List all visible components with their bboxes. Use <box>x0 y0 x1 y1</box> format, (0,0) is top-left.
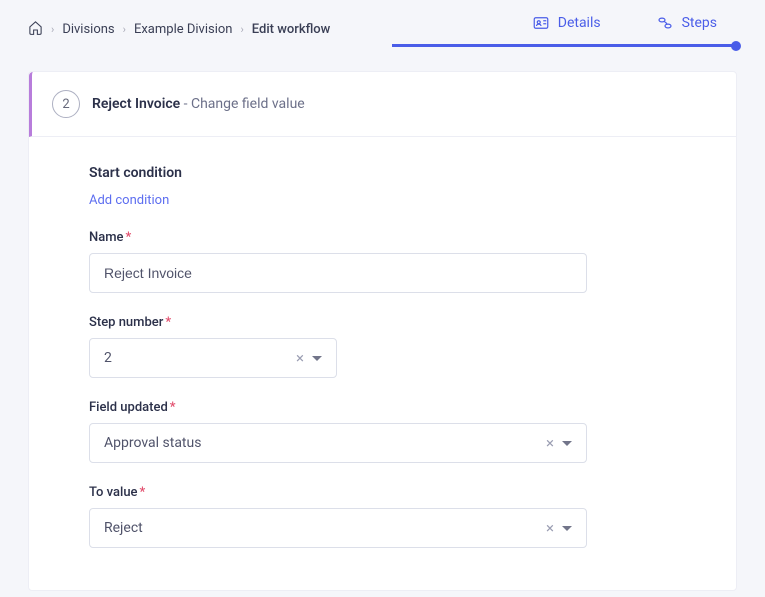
name-label-text: Name <box>89 230 124 245</box>
step-title-subtitle: - Change field value <box>180 96 305 112</box>
step-number-badge: 2 <box>52 90 80 118</box>
to-value-value: Reject <box>90 509 546 547</box>
crumb-example-division[interactable]: Example Division <box>134 22 233 37</box>
tab-details[interactable]: Details <box>532 14 601 44</box>
step-card-header[interactable]: 2 Reject Invoice - Change field value <box>29 72 736 137</box>
required-marker: * <box>170 400 176 415</box>
chevron-down-icon[interactable] <box>562 526 572 531</box>
to-value-select[interactable]: Reject × <box>89 508 587 548</box>
chevron-right-icon: › <box>240 23 243 36</box>
clear-icon[interactable]: × <box>296 351 304 366</box>
name-input[interactable] <box>89 253 587 293</box>
field-updated-label-text: Field updated <box>89 400 168 415</box>
step-title-main: Reject Invoice <box>92 96 180 112</box>
field-updated-label: Field updated* <box>89 400 649 415</box>
crumb-divisions[interactable]: Divisions <box>62 22 114 37</box>
tab-steps-label: Steps <box>682 15 717 31</box>
progress-fill <box>392 44 737 47</box>
field-name: Name* <box>89 230 649 293</box>
field-to-value: To value* Reject × <box>89 485 649 548</box>
to-value-label-text: To value <box>89 485 138 500</box>
start-condition-label: Start condition <box>89 165 649 181</box>
home-icon[interactable] <box>28 20 43 39</box>
steps-icon <box>656 14 674 32</box>
progress-track <box>392 44 737 47</box>
breadcrumb: › Divisions › Example Division › Edit wo… <box>28 20 330 39</box>
chevron-down-icon[interactable] <box>562 441 572 446</box>
required-marker: * <box>140 485 146 500</box>
field-step-number: Step number* 2 × <box>89 315 649 378</box>
chevron-down-icon[interactable] <box>312 356 322 361</box>
crumb-edit-workflow: Edit workflow <box>252 22 331 37</box>
required-marker: * <box>126 230 132 245</box>
tab-steps[interactable]: Steps <box>656 14 717 44</box>
id-card-icon <box>532 14 550 32</box>
chevron-right-icon: › <box>51 23 54 36</box>
tab-details-label: Details <box>558 15 601 31</box>
tabs: Details Steps <box>532 14 737 44</box>
step-number-label-text: Step number <box>89 315 163 330</box>
select-controls: × <box>296 351 336 366</box>
field-updated-value: Approval status <box>90 424 546 462</box>
field-updated-select[interactable]: Approval status × <box>89 423 587 463</box>
step-number-select[interactable]: 2 × <box>89 338 337 378</box>
step-number-value: 2 <box>90 339 296 377</box>
step-number-label: Step number* <box>89 315 649 330</box>
step-title: Reject Invoice - Change field value <box>92 96 305 112</box>
required-marker: * <box>165 315 171 330</box>
progress-dot <box>731 41 741 51</box>
clear-icon[interactable]: × <box>546 521 554 536</box>
clear-icon[interactable]: × <box>546 436 554 451</box>
name-label: Name* <box>89 230 649 245</box>
step-card: 2 Reject Invoice - Change field value St… <box>28 71 737 591</box>
form-body: Start condition Add condition Name* Step… <box>29 137 669 590</box>
select-controls: × <box>546 436 586 451</box>
field-field-updated: Field updated* Approval status × <box>89 400 649 463</box>
to-value-label: To value* <box>89 485 649 500</box>
select-controls: × <box>546 521 586 536</box>
chevron-right-icon: › <box>123 23 126 36</box>
add-condition-link[interactable]: Add condition <box>89 193 169 208</box>
